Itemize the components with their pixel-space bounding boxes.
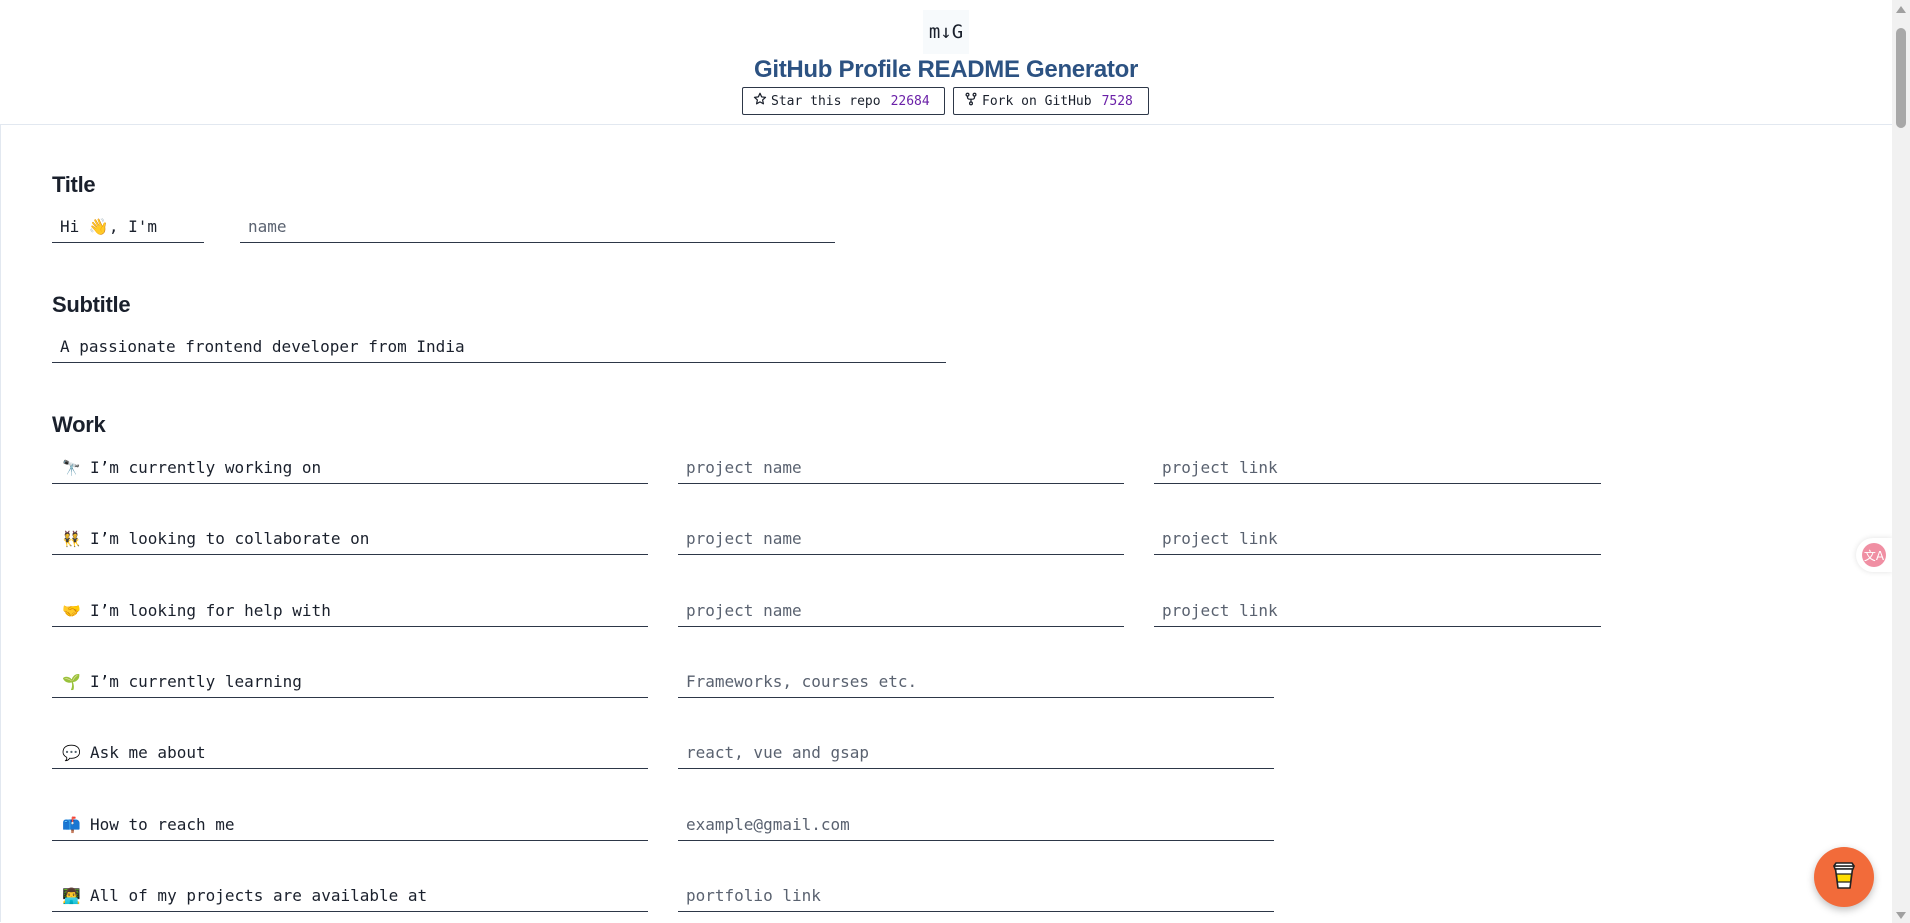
collaborate-project-link-input[interactable]	[1154, 523, 1601, 555]
work-row-help-with[interactable]: 🤝	[52, 595, 648, 627]
subtitle-heading: Subtitle	[52, 292, 131, 317]
handshake-icon: 🤝	[62, 601, 81, 620]
title-heading: Title	[52, 172, 96, 197]
star-repo-button[interactable]: Star this repo 22684	[742, 87, 945, 115]
help-with-label-input[interactable]	[90, 601, 648, 620]
learning-input[interactable]	[678, 666, 1274, 698]
reach-me-label-input[interactable]	[90, 815, 648, 834]
help-with-project-name-input[interactable]	[678, 595, 1124, 627]
reach-me-input[interactable]	[678, 809, 1274, 841]
translate-widget[interactable]: 文A	[1856, 538, 1892, 572]
work-row-projects-at[interactable]: 👨‍💻	[52, 880, 648, 912]
coffee-cup-icon	[1831, 859, 1857, 896]
scroll-up-arrow-icon[interactable]	[1896, 6, 1906, 13]
vertical-scrollbar[interactable]	[1892, 0, 1910, 923]
help-with-project-link-input[interactable]	[1154, 595, 1601, 627]
title-name-input[interactable]	[240, 211, 835, 243]
seedling-icon: 🌱	[62, 672, 81, 691]
ask-me-input[interactable]	[678, 737, 1274, 769]
scroll-down-arrow-icon[interactable]	[1896, 912, 1906, 919]
people-icon: 👯	[62, 529, 81, 548]
technologist-icon: 👨‍💻	[62, 886, 81, 905]
working-on-project-name-input[interactable]	[678, 452, 1124, 484]
star-icon	[753, 92, 767, 110]
work-row-collaborate-on[interactable]: 👯	[52, 523, 648, 555]
star-count: 22684	[890, 93, 930, 109]
learning-label-input[interactable]	[90, 672, 648, 691]
buy-me-a-coffee-button[interactable]	[1814, 847, 1874, 907]
translate-icon: 文A	[1862, 543, 1886, 567]
work-heading: Work	[52, 412, 106, 437]
app-title: GitHub Profile README Generator	[753, 56, 1139, 83]
projects-at-label-input[interactable]	[90, 886, 648, 905]
fork-github-label: Fork on GitHub	[982, 93, 1092, 109]
speech-bubble-icon: 💬	[62, 743, 81, 762]
work-row-reach-me[interactable]: 📫	[52, 809, 648, 841]
work-row-learning[interactable]: 🌱	[52, 666, 648, 698]
collaborate-label-input[interactable]	[90, 529, 648, 548]
fork-count: 7528	[1101, 93, 1133, 109]
work-row-ask-me[interactable]: 💬	[52, 737, 648, 769]
telescope-icon: 🔭	[62, 458, 81, 477]
working-on-label-input[interactable]	[90, 458, 648, 477]
scrollbar-thumb[interactable]	[1896, 28, 1906, 128]
star-repo-label: Star this repo	[771, 93, 881, 109]
fork-icon	[964, 92, 978, 110]
title-prefix-input[interactable]	[52, 211, 204, 243]
work-row-working-on[interactable]: 🔭	[52, 452, 648, 484]
working-on-project-link-input[interactable]	[1154, 452, 1601, 484]
app-logo: m↓G	[923, 10, 969, 54]
mailbox-icon: 📫	[62, 815, 81, 834]
fork-github-button[interactable]: Fork on GitHub 7528	[953, 87, 1149, 115]
app-header: m↓G GitHub Profile README Generator Star…	[0, 0, 1892, 125]
collaborate-project-name-input[interactable]	[678, 523, 1124, 555]
portfolio-link-input[interactable]	[678, 880, 1274, 912]
subtitle-input[interactable]	[52, 331, 946, 363]
ask-me-label-input[interactable]	[90, 743, 648, 762]
